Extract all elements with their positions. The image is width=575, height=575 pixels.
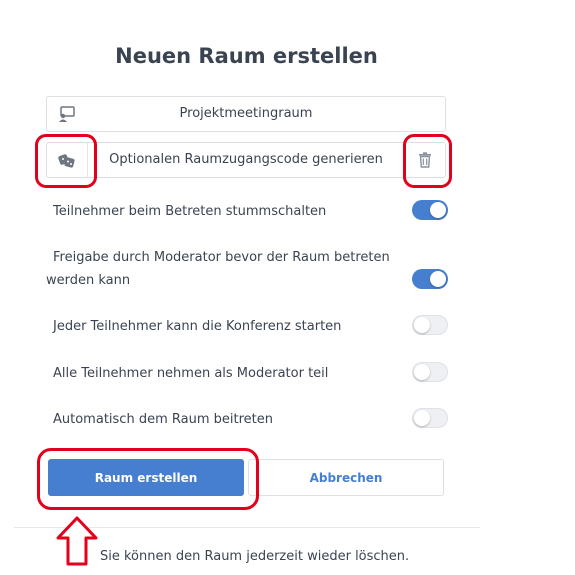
cancel-button[interactable]: Abbrechen <box>248 459 444 496</box>
toggle-knob <box>414 317 430 333</box>
setting-moderator-approval-label: Freigabe durch Moderator bevor der Raum … <box>46 250 390 288</box>
toggle-mute-on-join[interactable] <box>412 200 448 220</box>
toggle-knob <box>430 202 446 218</box>
toggle-moderator-approval[interactable] <box>412 269 448 289</box>
toggle-knob <box>430 271 446 287</box>
toggle-all-moderators[interactable] <box>412 362 448 382</box>
setting-all-moderators-label: Alle Teilnehmer nehmen als Moderator tei… <box>53 366 329 381</box>
setting-anyone-start-label: Jeder Teilnehmer kann die Konferenz star… <box>53 319 342 334</box>
presentation-icon <box>47 97 87 131</box>
footer-note: Sie können den Raum jederzeit wieder lös… <box>100 549 410 564</box>
toggle-auto-join[interactable] <box>412 408 448 428</box>
highlight-trash <box>403 134 452 188</box>
modal-title: Neuen Raum erstellen <box>115 44 378 68</box>
highlight-dice <box>35 134 97 188</box>
setting-mute-on-join-label: Teilnehmer beim Betreten stummschalten <box>53 204 327 219</box>
arrow-up-icon <box>56 516 98 566</box>
setting-auto-join-label: Automatisch dem Raum beitreten <box>53 412 273 427</box>
toggle-knob <box>414 410 430 426</box>
toggle-anyone-start[interactable] <box>412 315 448 335</box>
room-name-field[interactable]: Projektmeetingraum <box>46 96 446 132</box>
highlight-create-button <box>37 448 259 510</box>
toggle-knob <box>414 364 430 380</box>
access-code-field[interactable]: Optionalen Raumzugangscode generieren <box>46 142 446 178</box>
room-name-input[interactable]: Projektmeetingraum <box>97 97 395 131</box>
access-code-label: Optionalen Raumzugangscode generieren <box>109 152 383 167</box>
